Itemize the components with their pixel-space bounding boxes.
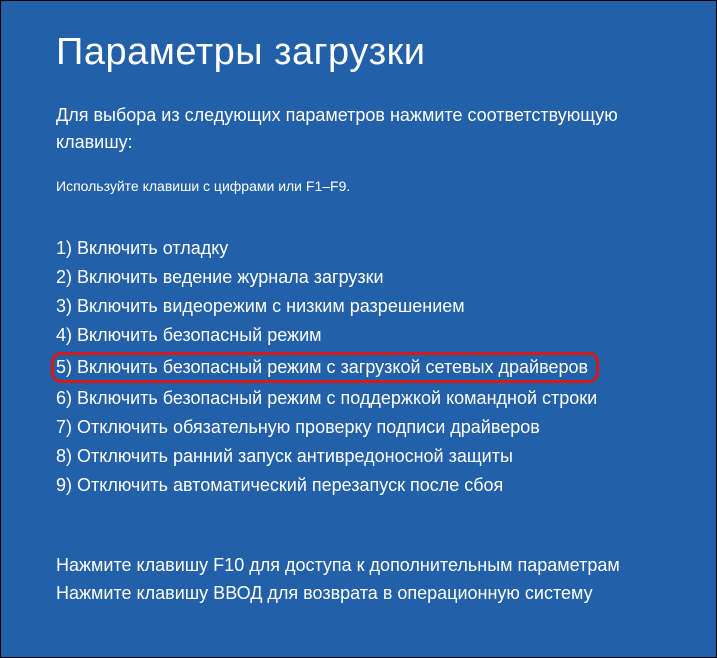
option-3[interactable]: 3) Включить видеорежим с низким разрешен… bbox=[56, 292, 661, 321]
footer-instructions: Нажмите клавишу F10 для доступа к дополн… bbox=[56, 552, 661, 608]
footer-line-f10: Нажмите клавишу F10 для доступа к дополн… bbox=[56, 552, 661, 580]
hint-text: Используйте клавиши с цифрами или F1–F9. bbox=[56, 178, 661, 194]
footer-line-enter: Нажмите клавишу ВВОД для возврата в опер… bbox=[56, 580, 661, 608]
option-2[interactable]: 2) Включить ведение журнала загрузки bbox=[56, 263, 661, 292]
option-7[interactable]: 7) Отключить обязательную проверку подпи… bbox=[56, 413, 661, 442]
option-6[interactable]: 6) Включить безопасный режим с поддержко… bbox=[56, 384, 661, 413]
option-4[interactable]: 4) Включить безопасный режим bbox=[56, 321, 661, 350]
option-1[interactable]: 1) Включить отладку bbox=[56, 234, 661, 263]
page-title: Параметры загрузки bbox=[56, 31, 661, 74]
boot-options-list: 1) Включить отладку 2) Включить ведение … bbox=[56, 234, 661, 500]
instruction-text: Для выбора из следующих параметров нажми… bbox=[56, 102, 661, 156]
option-5-highlighted[interactable]: 5) Включить безопасный режим с загрузкой… bbox=[51, 352, 599, 383]
option-9[interactable]: 9) Отключить автоматический перезапуск п… bbox=[56, 471, 661, 500]
option-8[interactable]: 8) Отключить ранний запуск антивредоносн… bbox=[56, 442, 661, 471]
